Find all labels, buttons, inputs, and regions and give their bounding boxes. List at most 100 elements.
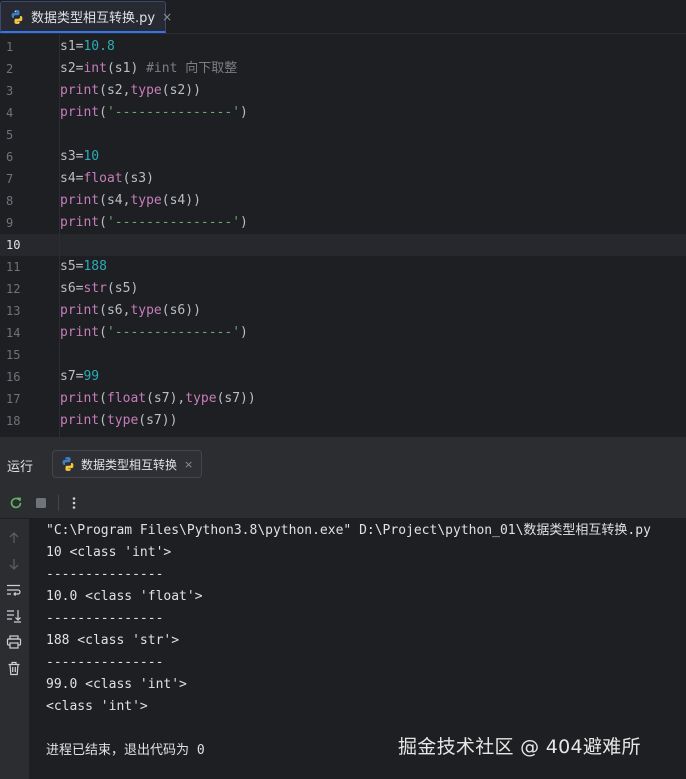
code-line[interactable]: s6=str(s5): [59, 278, 686, 300]
editor-tab-label: 数据类型相互转换.py: [31, 11, 156, 26]
code-token: s4: [60, 171, 76, 186]
code-token: ): [240, 215, 248, 230]
editor-tab[interactable]: 数据类型相互转换.py ×: [0, 1, 172, 33]
line-number: 4: [6, 106, 14, 120]
code-token: float: [106, 391, 147, 406]
console-line: 10.0 <class 'float'>: [46, 589, 203, 604]
console-line: 188 <class 'str'>: [46, 633, 180, 648]
line-number: 13: [6, 304, 21, 318]
code-token: ): [240, 325, 248, 340]
code-token: s6: [60, 281, 76, 296]
code-token: print: [60, 105, 100, 120]
code-line[interactable]: print(s6,type(s6)): [59, 300, 686, 322]
code-token: s5: [60, 259, 76, 274]
code-line[interactable]: print(float(s7),type(s7)): [59, 388, 686, 410]
code-line[interactable]: print('---------------'): [59, 212, 686, 234]
line-number: 10: [6, 238, 21, 252]
line-number: 11: [6, 260, 21, 274]
code-token: (: [99, 413, 107, 428]
code-token: '---------------': [106, 105, 241, 120]
code-line[interactable]: [59, 124, 686, 146]
code-token: '---------------': [106, 325, 241, 340]
console-line: ---------------: [46, 655, 164, 670]
code-line[interactable]: print(type(s7)): [59, 410, 686, 432]
line-number: 8: [6, 194, 14, 208]
line-number: 12: [6, 282, 21, 296]
print-icon[interactable]: [4, 632, 24, 652]
console-line: 99.0 <class 'int'>: [46, 677, 187, 692]
code-token: print: [60, 413, 100, 428]
line-number: 1: [6, 40, 14, 54]
code-line[interactable]: s7=99: [59, 366, 686, 388]
code-token: (: [99, 325, 107, 340]
code-line[interactable]: s1=10.8: [59, 36, 686, 58]
line-number-gutter: 1 2 3 4 5 6 7 8 9 10 11 12 13 14 15 16 17 18: [0, 35, 58, 437]
arrow-down-icon[interactable]: [4, 554, 24, 574]
code-line[interactable]: print('---------------'): [59, 102, 686, 124]
code-token: type: [185, 391, 217, 406]
run-config-tab[interactable]: 数据类型相互转换 ×: [52, 450, 202, 478]
code-token: (s7)): [138, 413, 178, 428]
code-token: 188: [83, 259, 107, 274]
code-token: int: [83, 61, 107, 76]
code-token: 10.8: [83, 39, 115, 54]
code-line[interactable]: s3=10: [59, 146, 686, 168]
line-number: 5: [6, 128, 14, 142]
run-tab-label: 数据类型相互转换: [81, 457, 178, 472]
run-tool-window-header: 运行 数据类型相互转换 ×: [0, 441, 686, 487]
code-token: s7: [60, 369, 76, 384]
code-token: type: [130, 83, 162, 98]
code-line[interactable]: print(s4,type(s4)): [59, 190, 686, 212]
code-line[interactable]: [59, 234, 686, 256]
code-token: #int 向下取整: [146, 61, 238, 76]
more-vertical-icon[interactable]: [64, 493, 84, 513]
code-token: (s2)): [161, 83, 201, 98]
python-file-icon: [9, 9, 25, 25]
code-token: (: [99, 105, 107, 120]
line-number: 3: [6, 84, 14, 98]
code-token: type: [130, 193, 162, 208]
python-file-icon: [60, 456, 76, 472]
close-icon[interactable]: ×: [184, 458, 193, 471]
soft-wrap-icon[interactable]: [4, 580, 24, 600]
code-token: (s4)): [161, 193, 201, 208]
line-number: 16: [6, 370, 21, 384]
arrow-up-icon[interactable]: [4, 528, 24, 548]
trash-icon[interactable]: [4, 658, 24, 678]
code-token: print: [60, 303, 100, 318]
code-token: (s4,: [99, 193, 131, 208]
code-token: (s3): [122, 171, 154, 186]
code-area[interactable]: s1=10.8 s2=int(s1) #int 向下取整 print(s2,type…: [59, 35, 686, 437]
line-number: 15: [6, 348, 21, 362]
line-number: 18: [6, 414, 21, 428]
code-token: str: [83, 281, 107, 296]
rerun-icon[interactable]: [6, 493, 26, 513]
code-editor[interactable]: 1 2 3 4 5 6 7 8 9 10 11 12 13 14 15 16 17 18 s1=10.8 s2=in…: [0, 35, 686, 437]
code-line[interactable]: s4=float(s3): [59, 168, 686, 190]
code-line[interactable]: print('---------------'): [59, 322, 686, 344]
code-token: (s6)): [161, 303, 201, 318]
code-token: (s5): [106, 281, 139, 296]
code-token: (s2,: [99, 83, 131, 98]
close-icon[interactable]: ×: [162, 11, 172, 23]
code-token: 99: [83, 369, 100, 384]
code-line[interactable]: s2=int(s1) #int 向下取整: [59, 58, 686, 80]
code-line[interactable]: s5=188: [59, 256, 686, 278]
editor-tab-bar: 数据类型相互转换.py ×: [0, 0, 686, 34]
code-token: s3: [60, 149, 76, 164]
run-sidebar: [0, 519, 30, 779]
code-token: (: [99, 215, 107, 230]
code-token: print: [60, 325, 100, 340]
code-token: s1: [60, 39, 76, 54]
code-token: print: [60, 83, 100, 98]
code-token: 10: [83, 149, 100, 164]
stop-icon[interactable]: [31, 493, 51, 513]
console-line: <class 'int'>: [46, 699, 148, 714]
code-token: ): [240, 105, 248, 120]
scroll-to-end-icon[interactable]: [4, 606, 24, 626]
code-line[interactable]: [59, 344, 686, 366]
code-token: s2: [60, 61, 76, 76]
code-line[interactable]: print(s2,type(s2)): [59, 80, 686, 102]
code-token: float: [83, 171, 123, 186]
code-token: (s7)): [216, 391, 256, 406]
